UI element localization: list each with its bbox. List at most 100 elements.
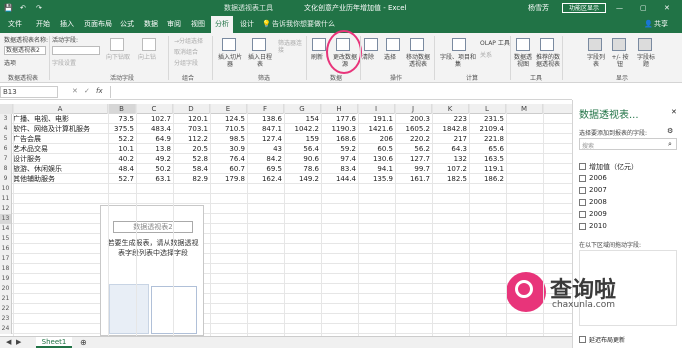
user-name[interactable]: 杨雪芳 (528, 0, 549, 16)
timeline-icon[interactable] (252, 38, 266, 51)
pane-search-input[interactable]: 搜索 ⌕ (579, 138, 677, 150)
cell-value[interactable]: 191.1 (361, 114, 393, 124)
cell-value[interactable]: 182.5 (435, 174, 467, 184)
move-pivot-icon[interactable] (410, 38, 424, 51)
cell-value[interactable]: 1042.2 (287, 124, 320, 134)
row-number[interactable]: 4 (0, 124, 12, 134)
column-header-j[interactable]: J (395, 104, 432, 114)
column-header-f[interactable]: F (247, 104, 284, 114)
clear-button[interactable]: 清除 (362, 54, 374, 61)
recommended-pivot-button[interactable]: 推荐的数据透视表 (536, 54, 560, 68)
row-number[interactable]: 17 (0, 254, 12, 264)
plus-minus-icon[interactable] (612, 38, 626, 51)
row-number[interactable]: 21 (0, 294, 12, 304)
row-number[interactable]: 15 (0, 234, 12, 244)
olap-tools-button[interactable]: OLAP 工具 (480, 40, 510, 47)
refresh-button[interactable]: 刷新 (311, 54, 323, 61)
cell-value[interactable]: 375.5 (102, 124, 134, 134)
select-button[interactable]: 选择 (384, 54, 396, 61)
row-number[interactable]: 3 (0, 114, 12, 124)
field-item[interactable]: 2010 (589, 222, 607, 230)
tab-home[interactable]: 开始 (36, 16, 50, 33)
field-item[interactable]: 2008 (589, 198, 607, 206)
filter-connections-button[interactable]: 筛选器连接 (278, 40, 306, 54)
row-number[interactable]: 12 (0, 204, 12, 214)
cell-value[interactable]: 94.1 (361, 164, 393, 174)
cell-value[interactable]: 217 (435, 134, 467, 144)
cell-value[interactable]: 149.2 (287, 174, 319, 184)
cell-category[interactable]: 软件、网络及计算机服务 (13, 124, 90, 134)
cell-category[interactable]: 艺术品交易 (13, 144, 48, 154)
row-number[interactable]: 22 (0, 304, 12, 314)
field-item[interactable]: 2007 (589, 186, 607, 194)
name-box[interactable]: B13 (0, 86, 58, 98)
cell-value[interactable]: 52.7 (102, 174, 134, 184)
column-header-m[interactable]: M (506, 104, 543, 114)
cell-value[interactable]: 144.4 (324, 174, 356, 184)
cell-value[interactable]: 223 (435, 114, 467, 124)
minimize-button[interactable]: — (616, 0, 623, 16)
column-header-d[interactable]: D (173, 104, 210, 114)
cell-value[interactable]: 10.1 (102, 144, 134, 154)
cell-value[interactable]: 73.5 (102, 114, 134, 124)
options-button[interactable]: 选项 (4, 60, 16, 67)
insert-function-icon[interactable]: fx (96, 88, 103, 95)
insert-timeline-button[interactable]: 插入日程表 (246, 54, 274, 68)
field-item[interactable]: 2006 (589, 174, 607, 182)
tell-me-search[interactable]: 告诉我你想要做什么 (272, 16, 335, 33)
tab-page-layout[interactable]: 页面布局 (84, 16, 112, 33)
field-settings-button[interactable]: 字段设置 (52, 60, 76, 67)
cell-value[interactable]: 76.4 (213, 154, 245, 164)
move-pivot-button[interactable]: 移动数据透视表 (405, 54, 431, 68)
cell-value[interactable]: 40.2 (102, 154, 134, 164)
insert-slicer-button[interactable]: 插入切片器 (216, 54, 244, 68)
pivot-chart-button[interactable]: 数据透视图 (512, 54, 534, 68)
cell-value[interactable]: 159 (287, 134, 319, 144)
cell-value[interactable]: 220.2 (398, 134, 430, 144)
cell-value[interactable]: 52.8 (176, 154, 208, 164)
drill-up-icon[interactable] (142, 38, 156, 51)
tab-data[interactable]: 数据 (144, 16, 158, 33)
tab-review[interactable]: 审阅 (167, 16, 181, 33)
active-field-input[interactable] (52, 46, 100, 55)
slicer-icon[interactable] (222, 38, 236, 51)
cell-value[interactable]: 102.7 (139, 114, 171, 124)
cell-value[interactable]: 84.2 (250, 154, 282, 164)
row-number[interactable]: 8 (0, 164, 12, 174)
row-number[interactable]: 7 (0, 154, 12, 164)
row-number[interactable]: 20 (0, 284, 12, 294)
cell-value[interactable]: 200.3 (398, 114, 430, 124)
field-item[interactable]: 2009 (589, 210, 607, 218)
cell-value[interactable]: 124.5 (213, 114, 245, 124)
cell-value[interactable]: 847.1 (250, 124, 282, 134)
ribbon-display-button[interactable]: 功能区显示 (562, 3, 607, 13)
cell-value[interactable]: 710.5 (213, 124, 245, 134)
cell-value[interactable]: 58.4 (176, 164, 208, 174)
fields-items-button[interactable]: 字段、项目和集 (440, 54, 476, 68)
row-number[interactable]: 13 (0, 214, 12, 224)
cell-value[interactable]: 112.2 (176, 134, 208, 144)
cell-value[interactable]: 120.1 (176, 114, 208, 124)
refresh-icon[interactable] (312, 38, 326, 51)
cell-value[interactable]: 97.4 (324, 154, 356, 164)
row-number[interactable]: 14 (0, 224, 12, 234)
field-checkbox[interactable] (579, 187, 586, 194)
row-number[interactable]: 6 (0, 144, 12, 154)
sheet-grid[interactable]: 3 广播、电视、电影 73.5 102.7 120.1 124.5 138.6 154 177.… (0, 114, 572, 336)
pane-settings-icon[interactable]: ⚙ (667, 127, 673, 135)
share-icon[interactable]: 👤 (644, 16, 653, 33)
formula-input[interactable] (110, 86, 570, 98)
cell-value[interactable]: 69.5 (250, 164, 282, 174)
cell-value[interactable]: 138.6 (250, 114, 282, 124)
row-number[interactable]: 16 (0, 244, 12, 254)
cell-value[interactable]: 206 (361, 134, 393, 144)
cell-value[interactable]: 43 (250, 144, 282, 154)
row-number[interactable]: 9 (0, 174, 12, 184)
row-number[interactable]: 19 (0, 274, 12, 284)
undo-icon[interactable]: ↶ (20, 0, 26, 16)
cell-value[interactable]: 30.9 (213, 144, 245, 154)
cell-value[interactable]: 20.5 (176, 144, 208, 154)
cell-value[interactable]: 83.4 (324, 164, 356, 174)
cell-value[interactable]: 179.8 (213, 174, 245, 184)
next-sheet-icon[interactable]: ▶ (16, 339, 21, 346)
